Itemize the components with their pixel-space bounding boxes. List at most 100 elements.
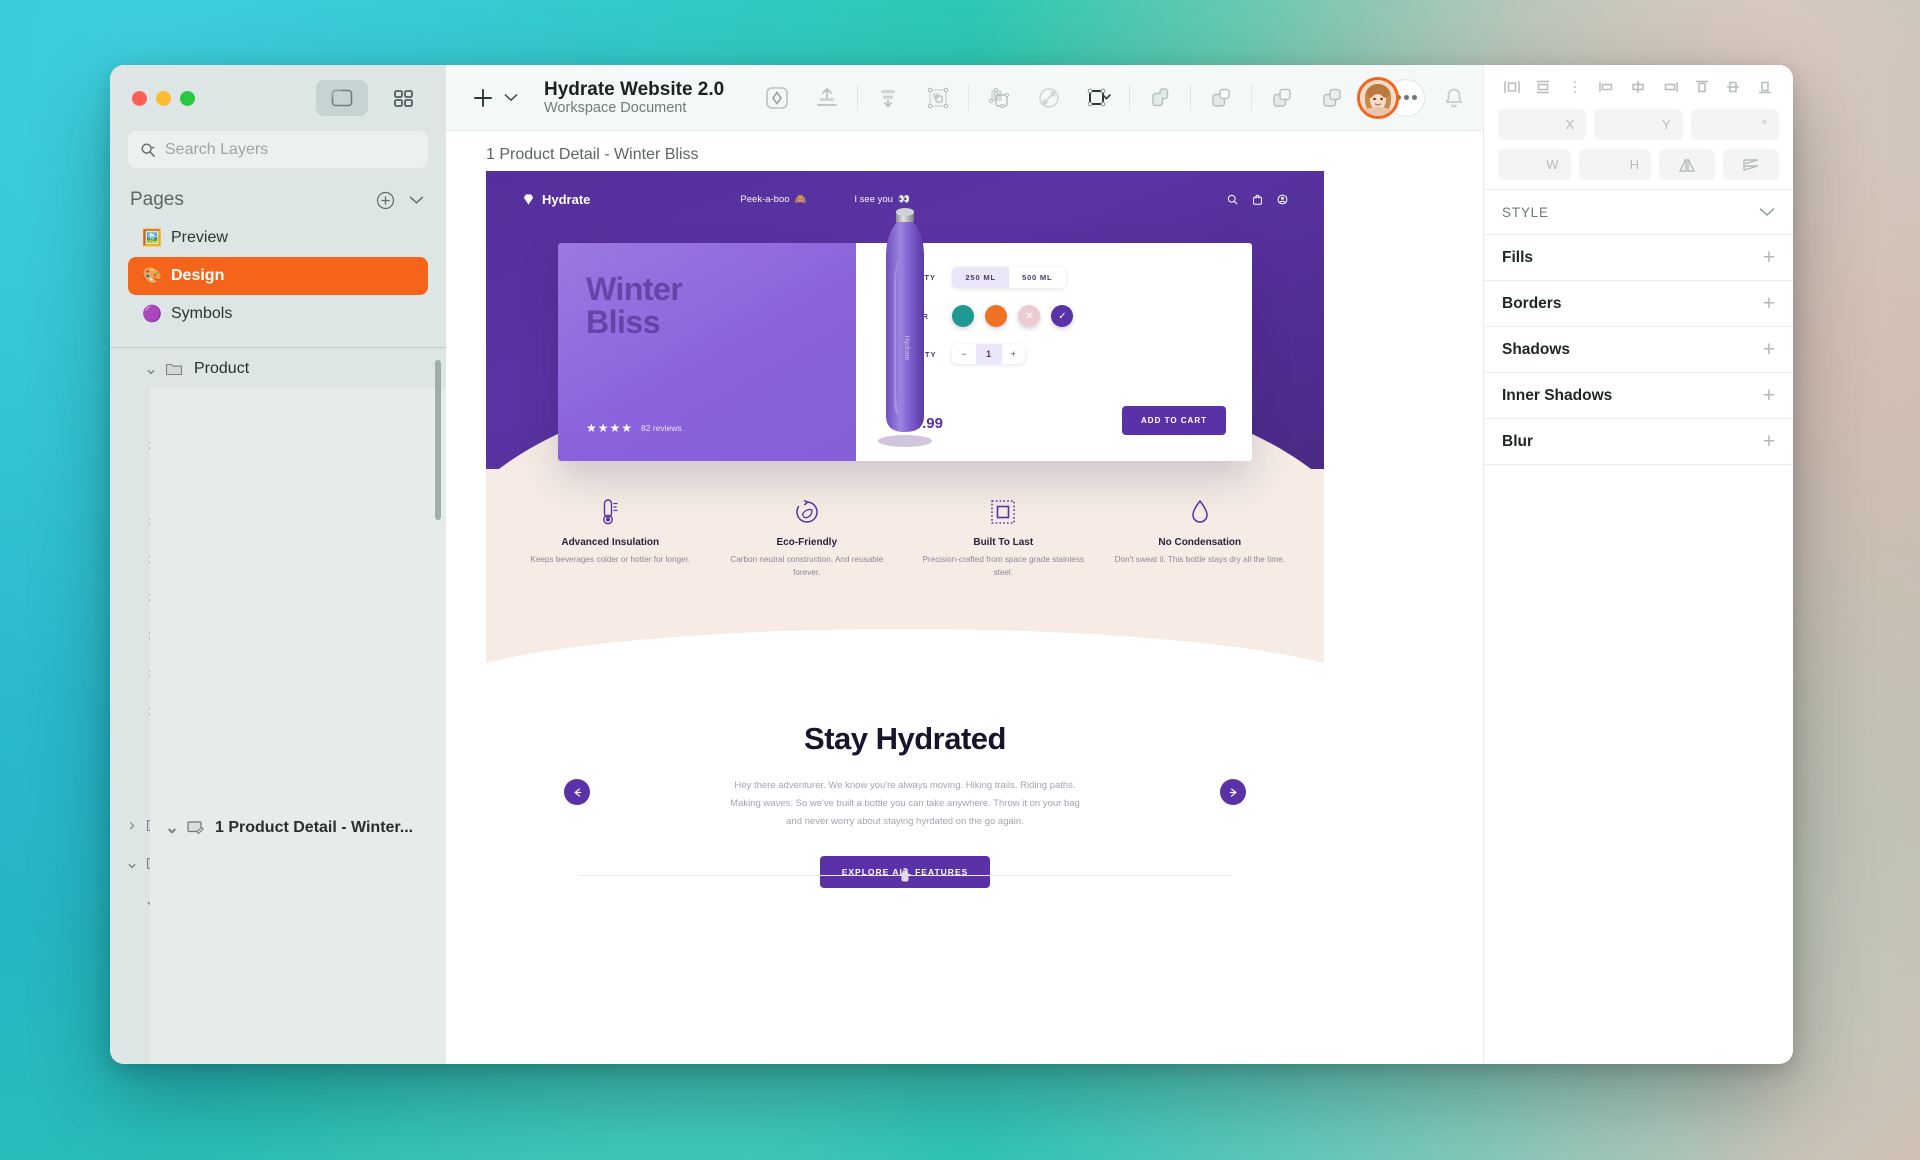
flip-horizontal-icon xyxy=(1678,158,1696,172)
chevron-down-icon[interactable]: ⌄ xyxy=(122,854,142,871)
boolean-union-button[interactable] xyxy=(1135,77,1185,119)
account-icon[interactable] xyxy=(1277,194,1288,205)
layer-row[interactable]: ⌄ Product xyxy=(110,350,446,388)
style-row-label: Shadows xyxy=(1502,340,1571,358)
group-tool-button[interactable] xyxy=(913,77,963,119)
bag-icon[interactable] xyxy=(1252,194,1263,205)
chevron-down-icon[interactable] xyxy=(504,93,518,102)
align-bottom-icon[interactable] xyxy=(1754,76,1776,98)
capacity-option-250[interactable]: 250 ML xyxy=(952,267,1009,288)
notifications-button[interactable] xyxy=(1429,77,1479,119)
export-icon xyxy=(817,87,838,106)
boolean-subtract-button[interactable] xyxy=(1196,77,1246,119)
brand-name: Hydrate xyxy=(542,191,591,207)
x-field[interactable]: X xyxy=(1498,109,1587,140)
quantity-stepper[interactable]: − 1 + xyxy=(952,344,1025,364)
add-blur-button[interactable]: + xyxy=(1763,431,1775,452)
boolean-difference-button[interactable] xyxy=(1307,77,1357,119)
align-left-icon[interactable] xyxy=(1501,76,1523,98)
align-right-edge-icon[interactable] xyxy=(1659,76,1681,98)
page-item-design[interactable]: 🎨 Design xyxy=(128,257,428,295)
align-center-icon[interactable] xyxy=(1627,76,1649,98)
w-field[interactable]: W xyxy=(1498,149,1571,180)
layer-name: Product xyxy=(194,360,250,377)
swatch-pink-unavailable[interactable]: ✕ xyxy=(1018,305,1041,327)
page-item-symbols[interactable]: 🟣 Symbols xyxy=(128,295,428,333)
align-center-h-icon[interactable] xyxy=(1532,76,1554,98)
layers-scrollbar[interactable] xyxy=(435,360,441,520)
add-fills-button[interactable]: + xyxy=(1763,247,1775,268)
distribute-tool-button[interactable] xyxy=(863,77,913,119)
export-tool-button[interactable] xyxy=(802,77,852,119)
product-visual: Winter Bliss ★★★★ 82 reviews xyxy=(558,243,857,461)
style-section-header[interactable]: STYLE xyxy=(1484,189,1793,235)
artboard-label[interactable]: 1 Product Detail - Winter Bliss xyxy=(486,146,699,164)
search-icon[interactable] xyxy=(1227,194,1238,205)
avatar[interactable] xyxy=(1357,76,1400,119)
app-window: Search Layers Pages 🖼️ Preview 🎨 Design 🟣 xyxy=(110,65,1793,1064)
flip-horizontal-button[interactable] xyxy=(1659,149,1715,180)
zoom-button[interactable] xyxy=(180,90,195,106)
chevron-down-icon[interactable]: ⌄ xyxy=(141,360,161,377)
toolbar-divider xyxy=(857,84,859,111)
chevron-down-icon[interactable] xyxy=(409,195,424,205)
flip-vertical-button[interactable] xyxy=(1723,149,1779,180)
add-shadows-button[interactable]: + xyxy=(1763,339,1775,360)
layer-row-artboard[interactable]: ⌄ 1 Product Detail - Winter... xyxy=(150,388,446,1064)
capacity-option-500[interactable]: 500 ML xyxy=(1009,267,1066,288)
align-top-icon[interactable] xyxy=(1691,76,1713,98)
bell-icon xyxy=(1446,88,1463,107)
boolean-intersect-button[interactable] xyxy=(1257,77,1307,119)
rotation-field[interactable]: ° xyxy=(1690,109,1779,140)
bottle-image: Hydrate xyxy=(878,208,932,447)
swatch-teal[interactable] xyxy=(952,305,975,327)
minimize-button[interactable] xyxy=(156,90,171,106)
mask-tool-button[interactable] xyxy=(974,77,1024,119)
add-to-cart-button[interactable]: ADD TO CART xyxy=(1122,406,1226,435)
quantity-value[interactable]: 1 xyxy=(975,344,1002,364)
add-borders-button[interactable]: + xyxy=(1763,293,1775,314)
diamond-logo-icon xyxy=(523,193,534,205)
swatch-purple-selected[interactable]: ✓ xyxy=(1051,305,1074,327)
plus-icon[interactable] xyxy=(472,87,494,109)
align-left-edge-icon[interactable] xyxy=(1596,76,1618,98)
artboard[interactable]: Hydrate Peek-a-boo 🙈 I see you 👀 Winter … xyxy=(486,171,1324,1051)
transform-tool-button[interactable] xyxy=(1074,77,1124,119)
close-button[interactable] xyxy=(132,90,147,106)
toolbar-divider xyxy=(1190,84,1192,111)
carousel-prev-button[interactable] xyxy=(564,779,590,806)
search-input[interactable]: Search Layers xyxy=(128,131,428,168)
component-tool-button[interactable] xyxy=(1024,77,1074,119)
insert-group xyxy=(472,87,518,109)
align-middle-icon[interactable] xyxy=(1722,76,1744,98)
symbol-icon xyxy=(766,86,789,109)
grid-view-toggle[interactable] xyxy=(378,80,430,116)
symbol-tool-button[interactable] xyxy=(752,77,802,119)
canvas-view-toggle[interactable] xyxy=(316,80,368,116)
chevron-right-icon[interactable]: › xyxy=(122,815,142,835)
add-inner-shadows-button[interactable]: + xyxy=(1763,385,1775,406)
carousel-next-button[interactable] xyxy=(1220,779,1246,806)
chevron-down-icon[interactable] xyxy=(1759,205,1775,220)
h-field[interactable]: H xyxy=(1578,149,1651,180)
document-title: Hydrate Website 2.0 xyxy=(544,78,725,100)
canvas[interactable]: 1 Product Detail - Winter Bliss Hydrate xyxy=(446,131,1483,1064)
quantity-decrement[interactable]: − xyxy=(952,344,975,364)
brand[interactable]: Hydrate xyxy=(522,192,590,207)
page-item-preview[interactable]: 🖼️ Preview xyxy=(128,219,428,257)
quantity-increment[interactable]: + xyxy=(1002,344,1025,364)
feature-item: Eco-Friendly Carbon neutral construction… xyxy=(709,495,906,579)
capacity-segmented-control[interactable]: 250 ML 500 ML xyxy=(952,267,1066,288)
y-field[interactable]: Y xyxy=(1594,109,1683,140)
arrow-right-icon xyxy=(1229,788,1236,797)
canvas-view-icon xyxy=(331,89,353,107)
bottle-mini-icon xyxy=(901,868,909,882)
view-toggle-group xyxy=(316,80,430,116)
more-align-icon[interactable] xyxy=(1564,76,1586,98)
feature-item: No Condensation Don't sweat it. This bot… xyxy=(1102,495,1299,579)
plus-circle-icon[interactable] xyxy=(376,191,395,210)
style-row-label: Fills xyxy=(1502,248,1534,266)
chevron-down-icon[interactable]: ⌄ xyxy=(162,819,182,836)
nav-link-peekaboo[interactable]: Peek-a-boo 🙈 xyxy=(740,194,806,205)
swatch-orange[interactable] xyxy=(985,305,1008,327)
